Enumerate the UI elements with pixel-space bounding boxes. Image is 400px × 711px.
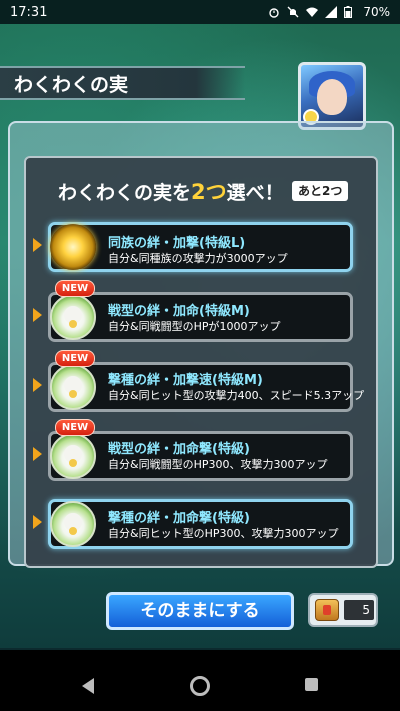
lotus-fruit-icon bbox=[50, 294, 96, 340]
choice-title: 戦型の絆・加命(特級M) bbox=[108, 304, 250, 319]
gold-fruit-icon bbox=[50, 224, 96, 270]
status-bar: 17:31 70% bbox=[0, 0, 400, 24]
wifi-icon bbox=[306, 6, 319, 18]
lotus-fruit-icon bbox=[50, 364, 96, 410]
recent-apps-icon[interactable] bbox=[305, 678, 318, 691]
signal-icon bbox=[325, 6, 338, 18]
avatar-face bbox=[317, 79, 347, 115]
notifications-off-icon bbox=[287, 6, 299, 18]
new-badge: NEW bbox=[55, 350, 95, 367]
keep-as-is-button[interactable]: そのままにする bbox=[106, 592, 294, 630]
choice-description: 自分&同ヒット型の攻撃力400、スピード5.3アップ bbox=[108, 389, 365, 402]
selector-arrow-icon bbox=[33, 515, 42, 529]
remaining-badge: あと2つ bbox=[292, 181, 349, 201]
status-time: 17:31 bbox=[10, 4, 48, 20]
choice-title: 戦型の絆・加命撃(特級) bbox=[108, 442, 250, 457]
item-count: 5 bbox=[344, 600, 374, 620]
alarm-icon bbox=[268, 6, 280, 18]
back-icon[interactable] bbox=[82, 678, 94, 694]
choice-title: 撃種の絆・加撃速(特級M) bbox=[108, 373, 263, 388]
choice-title: 撃種の絆・加命撃(特級) bbox=[108, 511, 250, 526]
choice-description: 自分&同戦闘型のHP300、攻撃力300アップ bbox=[108, 458, 328, 471]
page-title: わくわくの実 bbox=[0, 66, 245, 100]
lotus-fruit-icon bbox=[50, 433, 96, 479]
choice-description: 自分&同戦闘型のHPが1000アップ bbox=[108, 320, 281, 333]
item-counter[interactable]: 5 bbox=[308, 593, 378, 627]
scroll-item-icon bbox=[315, 599, 339, 621]
selector-arrow-icon bbox=[33, 308, 42, 322]
choice-title: 同族の絆・加撃(特級L) bbox=[108, 236, 246, 251]
choice-description: 自分&同ヒット型のHP300、攻撃力300アップ bbox=[108, 527, 339, 540]
new-badge: NEW bbox=[55, 280, 95, 297]
heading-count: 2つ bbox=[191, 180, 227, 204]
new-badge: NEW bbox=[55, 419, 95, 436]
character-avatar[interactable] bbox=[298, 62, 366, 130]
battery-percent: 70% bbox=[363, 5, 390, 19]
choice-description: 自分&同種族の攻撃力が3000アップ bbox=[108, 252, 288, 265]
heading-text-before: わくわくの実を bbox=[58, 182, 192, 204]
selector-arrow-icon bbox=[33, 378, 42, 392]
battery-icon bbox=[344, 6, 356, 18]
lotus-fruit-icon bbox=[50, 501, 96, 547]
selector-arrow-icon bbox=[33, 238, 42, 252]
heading-text-after: 選べ！ bbox=[226, 182, 284, 204]
panel-heading: わくわくの実を2つ選べ！ bbox=[58, 176, 284, 206]
home-icon[interactable] bbox=[190, 676, 210, 696]
selector-arrow-icon bbox=[33, 447, 42, 461]
